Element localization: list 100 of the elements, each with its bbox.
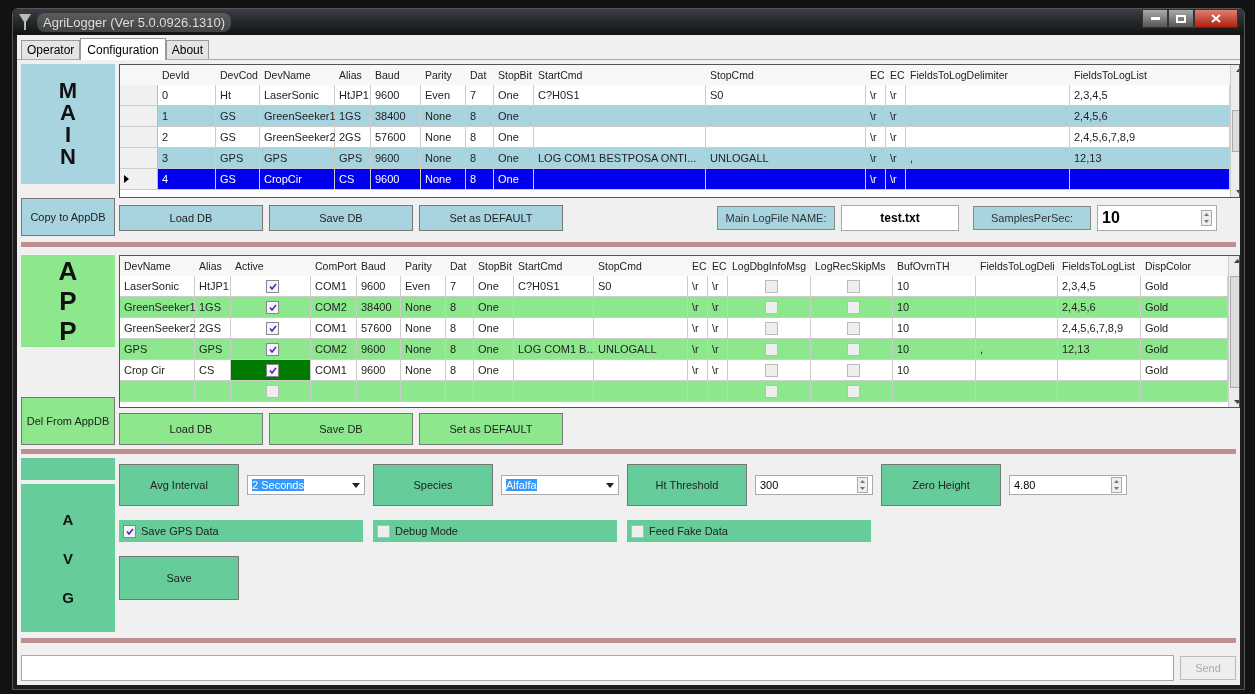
column-header[interactable]: DevName: [260, 65, 335, 85]
checkbox[interactable]: [764, 280, 778, 293]
db-button[interactable]: Load DB: [119, 205, 263, 231]
option-checkbox[interactable]: Debug Mode: [373, 520, 617, 542]
db-button[interactable]: Set as DEFAULT: [419, 413, 563, 445]
checkbox[interactable]: [847, 322, 860, 335]
checkbox[interactable]: [764, 322, 778, 335]
scroll-up-icon[interactable]: [1233, 259, 1239, 263]
column-header[interactable]: BufOvrnTH: [893, 256, 976, 276]
column-header[interactable]: Baud: [371, 65, 421, 85]
copy-button[interactable]: Copy to AppDB: [21, 198, 115, 236]
column-header[interactable]: Parity: [401, 256, 446, 276]
column-header[interactable]: Dat: [446, 256, 474, 276]
column-header[interactable]: StopCmd: [706, 65, 866, 85]
dropdown-arrow-icon[interactable]: [352, 482, 360, 488]
setting-button[interactable]: Zero Height: [881, 464, 1001, 506]
checkbox[interactable]: [764, 364, 778, 377]
checkbox[interactable]: [266, 385, 279, 398]
setting-button[interactable]: Avg Interval: [119, 464, 239, 506]
setting-button[interactable]: Species: [373, 464, 493, 506]
checkbox[interactable]: [266, 280, 279, 293]
spinner-arrows-icon[interactable]: [1111, 477, 1122, 493]
column-header[interactable]: EC: [866, 65, 886, 85]
checkbox[interactable]: [266, 343, 279, 356]
column-header[interactable]: StartCmd: [534, 65, 706, 85]
option-checkbox[interactable]: Save GPS Data: [119, 520, 363, 542]
table-cell: 9600: [371, 169, 421, 190]
checkbox[interactable]: [266, 364, 279, 377]
scroll-down-icon[interactable]: [1233, 400, 1239, 404]
checkbox[interactable]: [847, 280, 860, 293]
checkbox[interactable]: [847, 364, 860, 377]
column-header[interactable]: FieldsToLogList: [1070, 65, 1230, 85]
column-header[interactable]: DevName: [120, 256, 195, 276]
tab[interactable]: Operator: [21, 40, 81, 59]
db-button[interactable]: Load DB: [119, 413, 263, 445]
minimize-button[interactable]: [1142, 9, 1168, 28]
column-header[interactable]: DevCod: [216, 65, 260, 85]
column-header[interactable]: EC: [886, 65, 906, 85]
column-header[interactable]: Dat: [466, 65, 494, 85]
column-header[interactable]: FieldsToLogDelimiter: [906, 65, 1070, 85]
table-cell: \r: [886, 169, 906, 190]
column-header[interactable]: DevId: [158, 65, 216, 85]
checkbox[interactable]: [123, 524, 136, 538]
column-header[interactable]: StopCmd: [594, 256, 688, 276]
samples-field[interactable]: 10: [1097, 205, 1217, 231]
save-button[interactable]: Save: [119, 556, 239, 600]
column-header[interactable]: DispColor: [1141, 256, 1228, 276]
column-header[interactable]: StartCmd: [514, 256, 594, 276]
column-header[interactable]: FieldsToLogList: [1058, 256, 1141, 276]
column-header[interactable]: LogDbgInfoMsg: [728, 256, 811, 276]
number-field[interactable]: 300: [755, 475, 873, 495]
column-header[interactable]: EC: [708, 256, 728, 276]
table-cell: 8: [466, 169, 494, 190]
setting-button[interactable]: Ht Threshold: [627, 464, 747, 506]
column-header[interactable]: Alias: [335, 65, 371, 85]
column-header[interactable]: Alias: [195, 256, 231, 276]
db-button[interactable]: Save DB: [269, 205, 413, 231]
checkbox[interactable]: [377, 524, 390, 538]
spinner-arrows-icon[interactable]: [1201, 210, 1212, 226]
column-header[interactable]: Parity: [421, 65, 466, 85]
table-cell: 12,13: [1058, 339, 1141, 360]
table-cell: \r: [708, 297, 728, 318]
tab[interactable]: About: [165, 40, 210, 59]
table-cell: C?H0S1: [514, 276, 594, 297]
column-header[interactable]: FieldsToLogDeli: [976, 256, 1058, 276]
table-cell: One: [494, 127, 534, 148]
db-button[interactable]: Save DB: [269, 413, 413, 445]
checkbox[interactable]: [764, 385, 778, 398]
logfile-field[interactable]: test.txt: [841, 205, 959, 231]
message-field[interactable]: [21, 655, 1174, 681]
checkbox[interactable]: [631, 524, 644, 538]
column-header[interactable]: LogRecSkipMs: [811, 256, 893, 276]
table-cell: None: [421, 148, 466, 169]
spinner-arrows-icon[interactable]: [857, 477, 868, 493]
row-header[interactable]: [120, 169, 158, 190]
delete-button[interactable]: Del From AppDB: [21, 397, 115, 445]
db-button[interactable]: Set as DEFAULT: [419, 205, 563, 231]
column-header[interactable]: StopBit: [494, 65, 534, 85]
checkbox[interactable]: [266, 301, 279, 314]
close-button[interactable]: [1194, 9, 1238, 28]
dropdown-arrow-icon[interactable]: [606, 482, 614, 488]
maximize-button[interactable]: [1168, 9, 1194, 28]
column-header[interactable]: Active: [231, 256, 311, 276]
checkbox[interactable]: [764, 301, 778, 314]
section-letter: V: [63, 550, 73, 566]
column-header[interactable]: StopBit: [474, 256, 514, 276]
checkbox[interactable]: [764, 343, 778, 356]
checkbox[interactable]: [847, 385, 860, 398]
table-cell: Gold: [1141, 360, 1228, 381]
column-header[interactable]: Baud: [357, 256, 401, 276]
table-cell: One: [474, 297, 514, 318]
tab[interactable]: Configuration: [80, 38, 166, 60]
table-cell: UNLOGALL: [594, 339, 688, 360]
checkbox[interactable]: [847, 343, 860, 356]
column-header[interactable]: ComPort: [311, 256, 357, 276]
number-field[interactable]: 4.80: [1009, 475, 1127, 495]
checkbox[interactable]: [266, 322, 279, 335]
checkbox[interactable]: [847, 301, 860, 314]
column-header[interactable]: EC: [688, 256, 708, 276]
option-checkbox[interactable]: Feed Fake Data: [627, 520, 871, 542]
